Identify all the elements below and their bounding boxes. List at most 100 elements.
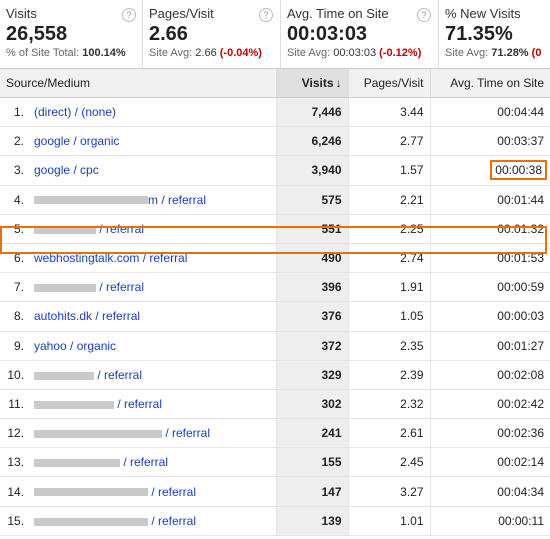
pages-visit-cell: 2.35: [347, 331, 431, 361]
table-row: 11. / referral 302 2.32 00:02:42: [0, 389, 550, 420]
cell-value: 00:00:03: [497, 309, 545, 324]
source-medium-link[interactable]: google / organic: [34, 134, 119, 148]
visits-cell: 575: [275, 185, 349, 215]
metric-visits[interactable]: Visits 26,558 % of Site Total: 100.14% ?: [0, 0, 143, 68]
source-medium-link[interactable]: webhostingtalk.com / referral: [34, 251, 187, 265]
table-row: 8. autohits.dk / referral 376 1.05 00:00:03: [0, 301, 550, 332]
cell-value: 00:01:44: [497, 192, 545, 207]
source-medium-link[interactable]: yahoo / organic: [34, 339, 116, 353]
row-rank: 15.: [0, 506, 30, 536]
row-rank: 12.: [0, 418, 30, 449]
row-rank: 13.: [0, 447, 30, 478]
source-medium-link[interactable]: (direct) / (none): [34, 105, 116, 119]
pages-visit-cell: 1.57: [347, 155, 431, 186]
row-rank: 8.: [0, 301, 30, 332]
table-row: 14. / referral 147 3.27 00:04:34: [0, 476, 550, 507]
visits-cell: 329: [275, 360, 349, 390]
source-medium-link[interactable]: / referral: [148, 485, 196, 499]
header-pages-visit[interactable]: Pages/Visit: [347, 68, 431, 98]
help-icon[interactable]: ?: [122, 8, 136, 22]
source-medium-cell: autohits.dk / referral: [30, 301, 277, 332]
row-rank: 10.: [0, 360, 30, 390]
redacted-blur: [34, 196, 148, 205]
source-medium-link[interactable]: google / cpc: [34, 163, 99, 177]
row-rank: 4.: [0, 185, 30, 215]
visits-cell: 372: [275, 331, 349, 361]
visits-cell: 396: [275, 272, 349, 303]
table-row: 13. / referral 155 2.45 00:02:14: [0, 447, 550, 478]
metric-value: 71.35%: [445, 23, 513, 45]
header-avg-time[interactable]: Avg. Time on Site: [429, 68, 550, 98]
cell-value: 00:04:44: [497, 105, 545, 120]
row-rank: 1.: [0, 97, 30, 128]
help-icon[interactable]: ?: [259, 8, 273, 22]
metric-title: % New Visits: [445, 6, 521, 21]
metric-value: 26,558: [6, 23, 68, 45]
avg-time-cell: 00:02:14: [429, 447, 550, 478]
source-medium-cell: / referral: [30, 418, 277, 449]
source-medium-link[interactable]: / referral: [114, 397, 162, 411]
avg-time-cell: 00:02:36: [429, 418, 550, 449]
avg-time-cell: 00:04:44: [429, 97, 550, 128]
table-row: 2. google / organic 6,246 2.77 00:03:37: [0, 126, 550, 157]
pages-visit-cell: 3.27: [347, 476, 431, 507]
avg-time-cell: 00:00:11: [429, 506, 550, 536]
metric-subtext: Site Avg: 00:03:03 (-0.12%): [287, 47, 422, 59]
row-rank: 9.: [0, 331, 30, 361]
highlighted-time-box: 00:00:38: [490, 160, 548, 181]
cell-value: 00:00:11: [498, 513, 545, 528]
source-medium-cell: webhostingtalk.com / referral: [30, 243, 277, 274]
cell-value: 00:00:59: [497, 280, 545, 295]
source-medium-link[interactable]: autohits.dk / referral: [34, 309, 140, 323]
source-medium-cell: yahoo / organic: [30, 331, 277, 361]
pages-visit-cell: 1.01: [347, 506, 431, 536]
visits-cell: 3,940: [275, 155, 349, 186]
pages-visit-cell: 2.32: [347, 389, 431, 420]
redacted-blur: [34, 488, 148, 497]
source-medium-link[interactable]: / referral: [96, 222, 144, 236]
table-row: 7. / referral 396 1.91 00:00:59: [0, 272, 550, 303]
visits-cell: 7,446: [275, 97, 349, 128]
source-medium-link[interactable]: / referral: [94, 368, 142, 382]
row-rank: 11.: [0, 389, 30, 420]
visits-cell: 139: [275, 506, 349, 536]
source-medium-link[interactable]: m / referral: [148, 193, 206, 207]
pages-visit-cell: 2.25: [347, 214, 431, 244]
pages-visit-cell: 2.61: [347, 418, 431, 449]
table-body: 1. (direct) / (none) 7,446 3.44 00:04:44 2. go…: [0, 97, 550, 536]
source-medium-cell: / referral: [30, 476, 277, 507]
metric-avg-time[interactable]: Avg. Time on Site 00:03:03 Site Avg: 00:…: [281, 0, 439, 68]
source-medium-link[interactable]: / referral: [96, 280, 144, 294]
pages-visit-cell: 2.77: [347, 126, 431, 157]
header-source-medium[interactable]: Source/Medium: [0, 68, 277, 98]
avg-time-cell: 00:01:27: [429, 331, 550, 361]
summary-strip: Visits 26,558 % of Site Total: 100.14% ?…: [0, 0, 550, 68]
row-rank: 14.: [0, 476, 30, 507]
table-row: 9. yahoo / organic 372 2.35 00:01:27: [0, 331, 550, 361]
table-row: 1. (direct) / (none) 7,446 3.44 00:04:44: [0, 97, 550, 128]
table-row: 15. / referral 139 1.01 00:00:11: [0, 506, 550, 536]
source-medium-cell: google / organic: [30, 126, 277, 157]
source-medium-link[interactable]: / referral: [120, 455, 168, 469]
metric-pages-visit[interactable]: Pages/Visit 2.66 Site Avg: 2.66 (-0.04%)…: [143, 0, 281, 68]
avg-time-cell: 00:01:44: [429, 185, 550, 215]
redacted-blur: [34, 225, 96, 234]
visits-cell: 6,246: [275, 126, 349, 157]
visits-cell: 302: [275, 389, 349, 420]
avg-time-cell: 00:00:59: [429, 272, 550, 303]
source-medium-cell: / referral: [30, 214, 277, 244]
avg-time-cell: 00:02:08: [429, 360, 550, 390]
pages-visit-cell: 2.74: [347, 243, 431, 274]
header-visits[interactable]: Visits ↓: [275, 68, 349, 98]
row-rank: 5.: [0, 214, 30, 244]
pages-visit-cell: 1.91: [347, 272, 431, 303]
source-medium-link[interactable]: / referral: [148, 514, 196, 528]
metric-new-visits[interactable]: % New Visits 71.35% Site Avg: 71.28% (0: [439, 0, 550, 68]
avg-time-cell: 00:04:34: [429, 476, 550, 507]
visits-cell: 241: [275, 418, 349, 449]
cell-value: 00:01:53: [497, 251, 545, 266]
source-medium-cell: / referral: [30, 389, 277, 420]
help-icon[interactable]: ?: [417, 8, 431, 22]
source-medium-link[interactable]: / referral: [162, 426, 210, 440]
sort-down-icon: ↓: [335, 76, 342, 90]
